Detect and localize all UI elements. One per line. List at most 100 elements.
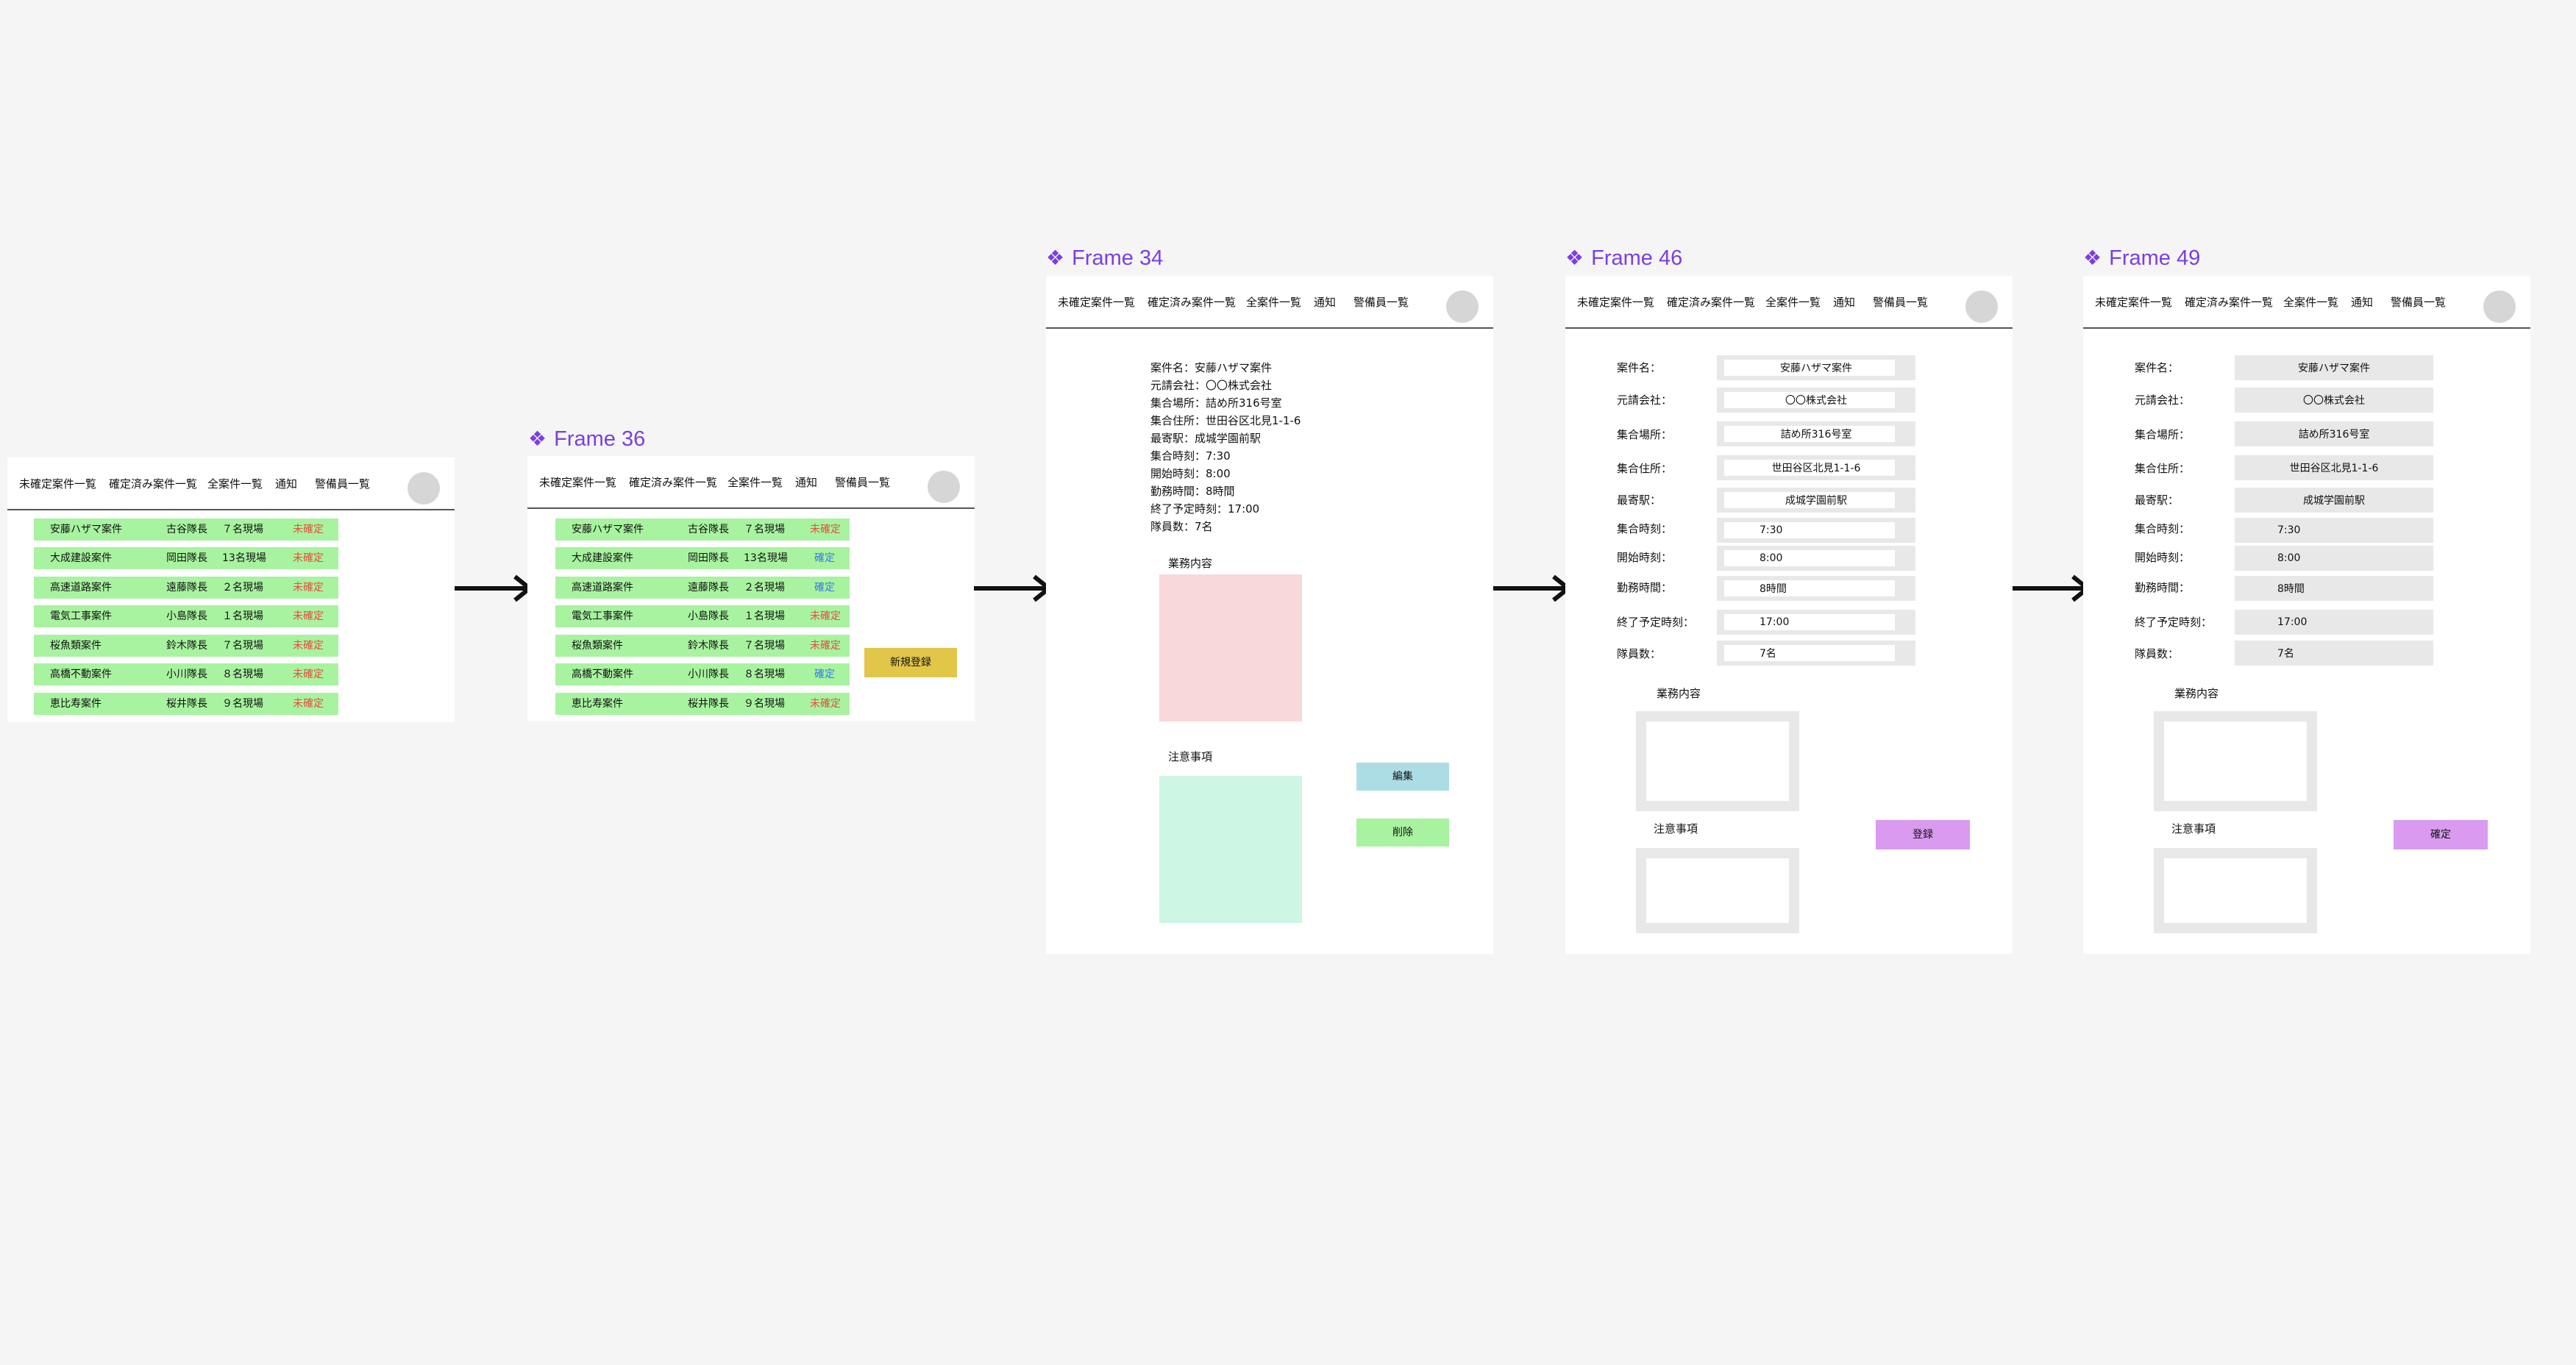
- nav-unconfirmed[interactable]: 未確定案件一覧: [19, 477, 96, 491]
- flow-arrow-icon: [1493, 574, 1572, 602]
- detail-line: 案件名：安藤ハザマ案件: [1150, 361, 1273, 374]
- table-row[interactable]: 高橋不動案件 小川隊長 ８名現場 確定: [555, 663, 850, 685]
- field-label: 集合場所：: [2135, 428, 2191, 441]
- nav-notice[interactable]: 通知: [1833, 295, 1855, 310]
- new-registration-button[interactable]: 新規登録: [864, 648, 957, 677]
- edit-button[interactable]: 編集: [1356, 763, 1449, 791]
- nav-guards[interactable]: 警備員一覧: [835, 475, 890, 490]
- nav-bar: 未確定案件一覧 確定済み案件一覧 全案件一覧 通知 警備員一覧: [2083, 276, 2530, 329]
- field-label: 最寄駅：: [2135, 493, 2180, 507]
- field-label: 隊員数：: [1617, 647, 1662, 660]
- contractor-field: 〇〇株式会社: [2235, 388, 2433, 413]
- nav-all[interactable]: 全案件一覧: [207, 477, 263, 491]
- avatar[interactable]: [1965, 291, 1998, 323]
- contractor-input[interactable]: 〇〇株式会社: [1717, 388, 1915, 413]
- nav-unconfirmed[interactable]: 未確定案件一覧: [539, 475, 616, 490]
- nav-all[interactable]: 全案件一覧: [2283, 295, 2338, 310]
- table-row[interactable]: 安藤ハザマ案件 古谷隊長 ７名現場 未確定: [555, 518, 850, 541]
- field-label: 集合住所：: [2135, 462, 2191, 475]
- table-row[interactable]: 安藤ハザマ案件 古谷隊長 ７名現場 未確定: [34, 518, 338, 541]
- avatar[interactable]: [2483, 291, 2516, 323]
- status-badge: 確定: [814, 552, 835, 564]
- field-label: 集合住所：: [1617, 462, 1673, 475]
- table-row[interactable]: 電気工事案件 小島隊長 １名現場 未確定: [34, 605, 338, 627]
- work-hours-input[interactable]: 8時間: [1717, 576, 1915, 601]
- nav-confirmed[interactable]: 確定済み案件一覧: [629, 475, 717, 490]
- detail-line: 元請会社：〇〇株式会社: [1150, 379, 1273, 392]
- status-badge: 未確定: [810, 610, 841, 622]
- flow-arrow-icon: [2013, 574, 2091, 602]
- avatar[interactable]: [1446, 291, 1479, 323]
- work-content-label: 業務内容: [1657, 687, 1701, 700]
- table-row[interactable]: 桜魚類案件 鈴木隊長 ７名現場 未確定: [34, 635, 338, 657]
- status-badge: 未確定: [293, 552, 324, 564]
- frame-title: ❖ Frame 49: [2083, 246, 2201, 270]
- nav-guards[interactable]: 警備員一覧: [315, 477, 370, 491]
- nearest-station-field: 成城学園前駅: [2235, 488, 2433, 513]
- nav-guards[interactable]: 警備員一覧: [1353, 295, 1409, 310]
- start-time-input[interactable]: 8:00: [1717, 546, 1915, 571]
- delete-button[interactable]: 削除: [1356, 819, 1449, 847]
- start-time-field: 8:00: [2235, 546, 2433, 571]
- table-row[interactable]: 恵比寿案件 桜井隊長 ９名現場 未確定: [555, 693, 850, 715]
- nav-all[interactable]: 全案件一覧: [727, 475, 783, 490]
- work-content-textarea[interactable]: [1636, 711, 1799, 811]
- meeting-time-input[interactable]: 7:30: [1717, 518, 1915, 543]
- frame-36: 未確定案件一覧 確定済み案件一覧 全案件一覧 通知 警備員一覧 安藤ハザマ案件 …: [527, 456, 975, 721]
- nav-notice[interactable]: 通知: [2351, 295, 2373, 310]
- nav-notice[interactable]: 通知: [1314, 295, 1336, 310]
- nav-all[interactable]: 全案件一覧: [1246, 295, 1301, 310]
- nav-guards[interactable]: 警備員一覧: [2391, 295, 2446, 310]
- meeting-address-input[interactable]: 世田谷区北見1-1-6: [1717, 455, 1915, 480]
- work-content-area: [1159, 574, 1302, 721]
- nav-confirmed[interactable]: 確定済み案件一覧: [1667, 295, 1755, 310]
- field-label: 開始時刻：: [1617, 551, 1673, 564]
- field-label: 集合場所：: [1617, 428, 1673, 441]
- status-badge: 未確定: [810, 524, 841, 535]
- table-row[interactable]: 桜魚類案件 鈴木隊長 ７名現場 未確定: [555, 635, 850, 657]
- nav-notice[interactable]: 通知: [795, 475, 817, 490]
- frame-unconfirmed-list: 未確定案件一覧 確定済み案件一覧 全案件一覧 通知 警備員一覧 安藤ハザマ案件 …: [7, 457, 455, 722]
- table-row[interactable]: 大成建設案件 岡田隊長 13名現場 確定: [555, 547, 850, 569]
- meeting-time-field: 7:30: [2235, 518, 2433, 543]
- flow-arrow-icon: [974, 574, 1053, 602]
- detail-line: 開始時刻：8:00: [1150, 467, 1231, 480]
- field-label: 開始時刻：: [2135, 551, 2191, 564]
- confirm-button[interactable]: 確定: [2394, 820, 2488, 849]
- field-label: 終了予定時刻：: [1617, 616, 1695, 629]
- detail-line: 隊員数：7名: [1150, 520, 1213, 533]
- notes-area: [1159, 776, 1302, 923]
- field-label: 集合時刻：: [2135, 522, 2191, 535]
- meeting-place-field: 詰め所316号室: [2235, 421, 2433, 446]
- nav-confirmed[interactable]: 確定済み案件一覧: [2185, 295, 2273, 310]
- nav-unconfirmed[interactable]: 未確定案件一覧: [1577, 295, 1654, 310]
- members-input[interactable]: 7名: [1717, 641, 1915, 666]
- component-icon: ❖: [1046, 246, 1065, 269]
- end-time-input[interactable]: 17:00: [1717, 610, 1915, 635]
- nav-unconfirmed[interactable]: 未確定案件一覧: [1058, 295, 1135, 310]
- avatar[interactable]: [408, 472, 440, 505]
- table-row[interactable]: 恵比寿案件 桜井隊長 ９名現場 未確定: [34, 693, 338, 715]
- status-badge: 未確定: [293, 640, 324, 652]
- nav-notice[interactable]: 通知: [275, 477, 297, 491]
- nav-guards[interactable]: 警備員一覧: [1873, 295, 1928, 310]
- table-row[interactable]: 大成建設案件 岡田隊長 13名現場 未確定: [34, 547, 338, 569]
- nav-unconfirmed[interactable]: 未確定案件一覧: [2095, 295, 2172, 310]
- nearest-station-input[interactable]: 成城学園前駅: [1717, 488, 1915, 513]
- avatar[interactable]: [928, 471, 960, 503]
- nav-confirmed[interactable]: 確定済み案件一覧: [109, 477, 197, 491]
- nav-bar: 未確定案件一覧 確定済み案件一覧 全案件一覧 通知 警備員一覧: [1565, 276, 2013, 329]
- notes-textarea[interactable]: [1636, 848, 1799, 933]
- frame-49: 未確定案件一覧 確定済み案件一覧 全案件一覧 通知 警備員一覧 案件名： 安藤ハ…: [2083, 276, 2530, 954]
- meeting-place-input[interactable]: 詰め所316号室: [1717, 421, 1915, 446]
- table-row[interactable]: 高速道路案件 遠藤隊長 ２名現場 未確定: [34, 577, 338, 599]
- table-row[interactable]: 高速道路案件 遠藤隊長 ２名現場 確定: [555, 577, 850, 599]
- nav-confirmed[interactable]: 確定済み案件一覧: [1148, 295, 1236, 310]
- status-badge: 未確定: [810, 640, 841, 652]
- project-name-input[interactable]: 安藤ハザマ案件: [1717, 355, 1915, 380]
- table-row[interactable]: 高橋不動案件 小川隊長 ８名現場 未確定: [34, 663, 338, 685]
- register-button[interactable]: 登録: [1876, 820, 1970, 849]
- table-row[interactable]: 電気工事案件 小島隊長 １名現場 未確定: [555, 605, 850, 627]
- nav-all[interactable]: 全案件一覧: [1765, 295, 1821, 310]
- frame-34: 未確定案件一覧 確定済み案件一覧 全案件一覧 通知 警備員一覧 案件名：安藤ハザ…: [1046, 276, 1493, 954]
